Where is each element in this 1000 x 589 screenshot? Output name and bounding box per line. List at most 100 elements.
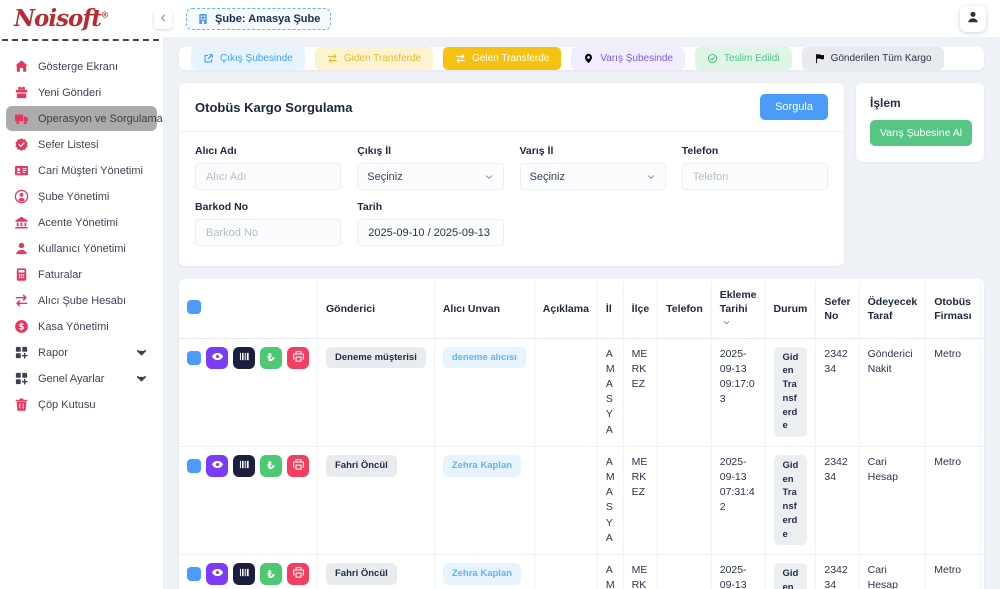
row-action-view-button[interactable]: [206, 563, 228, 585]
row-action-view-button[interactable]: [206, 455, 228, 477]
cell-value: Metro: [934, 348, 961, 360]
filter-cikis-subesinde[interactable]: Çıkış Şubesinde: [191, 47, 305, 70]
sidebar-item-sefer-listesi[interactable]: Sefer Listesi: [6, 132, 157, 157]
barkod-no-input[interactable]: [195, 219, 341, 246]
barcode-icon: [238, 350, 251, 366]
filter-gelen-transferde[interactable]: Gelen Transferde: [443, 47, 561, 70]
cell-plaka: wer3454: [980, 338, 984, 446]
topbar-right: [931, 6, 986, 32]
filter-gonderilen-tum-kargo[interactable]: Gönderilen Tüm Kargo: [802, 47, 944, 70]
content: Çıkış Şubesinde Giden Transferde Gelen Tra…: [163, 37, 1000, 589]
sidebar-nav: Gösterge EkranıYeni GönderiOperasyon ve …: [0, 49, 163, 422]
branch-badge[interactable]: Şube: Amasya Şube: [186, 8, 331, 30]
table-scroll-area: GöndericiAlıcı UnvanAçıklamaİlİlçeTelefo…: [179, 281, 984, 589]
cell-ilce: MERKEZ: [623, 446, 658, 554]
cell-value: AMASYA: [606, 564, 615, 589]
row-action-barcode-button[interactable]: [233, 455, 255, 477]
query-submit-button[interactable]: Sorgula: [760, 94, 828, 120]
sidebar-item-gosterge-ekrani[interactable]: Gösterge Ekranı: [6, 54, 157, 79]
row-action-view-button[interactable]: [206, 347, 228, 369]
sidebar-item-sube-yonetimi[interactable]: Şube Yönetimi: [6, 184, 157, 209]
grid-plus-icon: [14, 345, 29, 360]
sidebar-item-faturalar[interactable]: Faturalar: [6, 262, 157, 287]
col-header-label: Sefer No: [824, 296, 850, 322]
row-action-print-button[interactable]: [287, 563, 309, 585]
filter-varis-subesinde[interactable]: Varış Şubesinde: [571, 47, 685, 70]
row-action-money-button[interactable]: ₺: [260, 347, 282, 369]
cell-ilce: MERKEZ: [623, 338, 658, 446]
sidebar-collapse-button[interactable]: [154, 9, 172, 29]
varis-il-select[interactable]: Seçiniz: [520, 163, 666, 190]
col-header-label: Durum: [774, 303, 808, 315]
take-to-arrival-branch-button[interactable]: Varış Şubesine Al: [870, 120, 972, 146]
sidebar-item-kullanici-yonetimi[interactable]: Kullanıcı Yönetimi: [6, 236, 157, 261]
cell-ekleme_tarihi: 2025-09-13 07:31:42: [711, 446, 765, 554]
col-header-ekleme_tarihi[interactable]: Ekleme Tarihi: [711, 281, 765, 338]
filter-teslim-edildi[interactable]: Teslim Edildi: [695, 47, 792, 70]
cell-alici_unvan: deneme alıcısı: [434, 338, 534, 446]
alici_unvan-badge: Zehra Kaplan: [443, 455, 521, 477]
cell-value: AMASYA: [606, 348, 615, 436]
row-action-barcode-button[interactable]: [233, 347, 255, 369]
trash-icon: [14, 397, 29, 412]
action-panel: İşlem Varış Şubesine Al: [856, 83, 984, 162]
cell-sefer_no: 234234: [816, 555, 859, 589]
cell-value: 234234: [824, 348, 847, 375]
cell-gonderici: Fahri Öncül: [318, 446, 435, 554]
query-form: Alıcı AdıÇıkış İlSeçinizVarış İlSeçinizT…: [179, 132, 844, 266]
sidebar: Noisoft® Gösterge EkranıYeni GönderiOper…: [0, 0, 163, 589]
logo[interactable]: Noisoft®: [0, 0, 163, 37]
alici-adi-input[interactable]: [195, 163, 341, 190]
table-header-row: GöndericiAlıcı UnvanAçıklamaİlİlçeTelefo…: [179, 281, 984, 338]
cell-il: AMASYA: [597, 446, 623, 554]
row-action-print-button[interactable]: [287, 455, 309, 477]
tarih-input[interactable]: [357, 219, 503, 246]
col-header-sefer_no: Sefer No: [816, 281, 859, 338]
sidebar-item-label: Rapor: [38, 347, 68, 359]
cell-odeyecek_taraf: Cari Hesap: [859, 446, 926, 554]
select-all-checkbox[interactable]: [187, 300, 201, 314]
cikis-il-select[interactable]: Seçiniz: [357, 163, 503, 190]
sidebar-item-acente-yonetimi[interactable]: Acente Yönetimi: [6, 210, 157, 235]
alici_unvan-badge: deneme alıcısı: [443, 347, 526, 369]
row-checkbox[interactable]: [187, 351, 201, 365]
filter-label: Varış Şubesinde: [600, 53, 673, 64]
table-row: ₺Fahri ÖncülZehra KaplanAMASYAMERKEZ2025…: [179, 555, 984, 589]
row-action-barcode-button[interactable]: [233, 563, 255, 585]
row-action-money-button[interactable]: ₺: [260, 563, 282, 585]
sidebar-item-cari-musteri-yonetimi[interactable]: Cari Müşteri Yönetimi: [6, 158, 157, 183]
col-header-telefon: Telefon: [658, 281, 712, 338]
cell-otobus_firmasi: Metro: [926, 338, 980, 446]
sidebar-item-rapor[interactable]: Rapor: [6, 340, 157, 365]
sidebar-item-alici-sube-hesabi[interactable]: Alıcı Şube Hesabı: [6, 288, 157, 313]
sidebar-item-cop-kutusu[interactable]: Çöp Kutusu: [6, 392, 157, 417]
sidebar-item-kasa-yonetimi[interactable]: $Kasa Yönetimi: [6, 314, 157, 339]
filter-giden-transferde[interactable]: Giden Transferde: [315, 47, 433, 70]
grid-plus-icon: [14, 371, 29, 386]
row-action-print-button[interactable]: [287, 347, 309, 369]
query-row: Otobüs Kargo Sorgulama Sorgula Alıcı Adı…: [179, 83, 984, 266]
row-checkbox[interactable]: [187, 459, 201, 473]
field-label: Çıkış İl: [357, 145, 503, 157]
gonderici-badge: Fahri Öncül: [326, 455, 397, 477]
cell-sefer_no: 234234: [816, 338, 859, 446]
sidebar-item-operasyon-ve-sorgulama[interactable]: Operasyon ve Sorgulama: [6, 106, 157, 131]
row-checkbox[interactable]: [187, 567, 201, 581]
sidebar-item-yeni-gonderi[interactable]: Yeni Gönderi: [6, 80, 157, 105]
cell-ilce: MERKEZ: [623, 555, 658, 589]
sidebar-item-label: Acente Yönetimi: [38, 217, 118, 229]
user-avatar-button[interactable]: [960, 6, 986, 32]
sidebar-item-genel-ayarlar[interactable]: Genel Ayarlar: [6, 366, 157, 391]
status-filter-bar: Çıkış Şubesinde Giden Transferde Gelen Tra…: [179, 47, 984, 70]
telefon-input[interactable]: [682, 163, 828, 190]
select-value: Seçiniz: [367, 171, 402, 183]
cell-value: Cari Hesap: [868, 456, 898, 483]
cell-value: Metro: [934, 564, 961, 576]
notifications-bell-icon[interactable]: [931, 11, 946, 26]
row-action-money-button[interactable]: ₺: [260, 455, 282, 477]
durum-badge: Giden Transferde: [774, 455, 808, 546]
cell-value: 2025-09-13 07:31:42: [720, 564, 755, 589]
select-value: Seçiniz: [530, 171, 565, 183]
cell-ekleme_tarihi: 2025-09-13 09:17:03: [711, 338, 765, 446]
gift-icon: [14, 85, 29, 100]
